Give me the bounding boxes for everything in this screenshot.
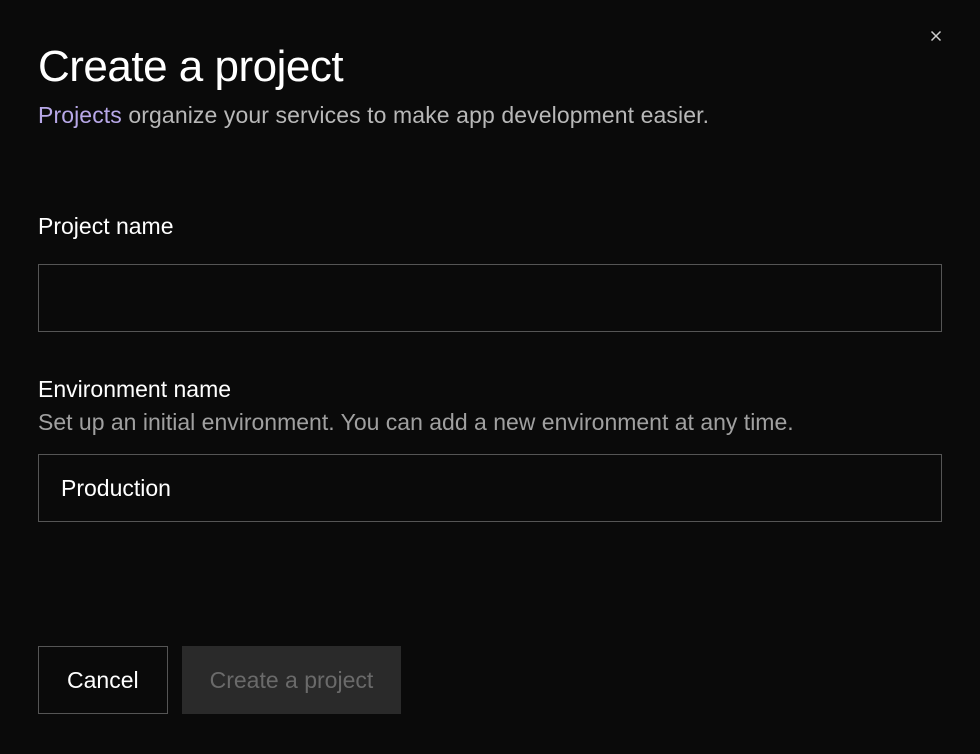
- close-icon: [927, 27, 945, 45]
- close-button[interactable]: [924, 24, 948, 48]
- environment-name-helper: Set up an initial environment. You can a…: [38, 409, 942, 436]
- modal-subtitle: Projects organize your services to make …: [38, 102, 942, 129]
- modal-footer: Cancel Create a project: [0, 606, 980, 754]
- project-name-input[interactable]: [38, 264, 942, 332]
- form-body: Project name Environment name Set up an …: [0, 165, 980, 606]
- button-row: Cancel Create a project: [38, 646, 942, 714]
- project-name-field: Project name: [38, 213, 942, 332]
- cancel-button[interactable]: Cancel: [38, 646, 168, 714]
- project-name-label: Project name: [38, 213, 942, 240]
- environment-name-field: Environment name Set up an initial envir…: [38, 376, 942, 522]
- create-project-modal: Create a project Projects organize your …: [0, 0, 980, 714]
- projects-link[interactable]: Projects: [38, 102, 122, 128]
- environment-name-label: Environment name: [38, 376, 942, 403]
- modal-title: Create a project: [38, 42, 942, 92]
- create-project-button[interactable]: Create a project: [182, 646, 402, 714]
- environment-name-input[interactable]: [38, 454, 942, 522]
- subtitle-text: organize your services to make app devel…: [122, 102, 709, 128]
- modal-header: Create a project Projects organize your …: [0, 0, 980, 165]
